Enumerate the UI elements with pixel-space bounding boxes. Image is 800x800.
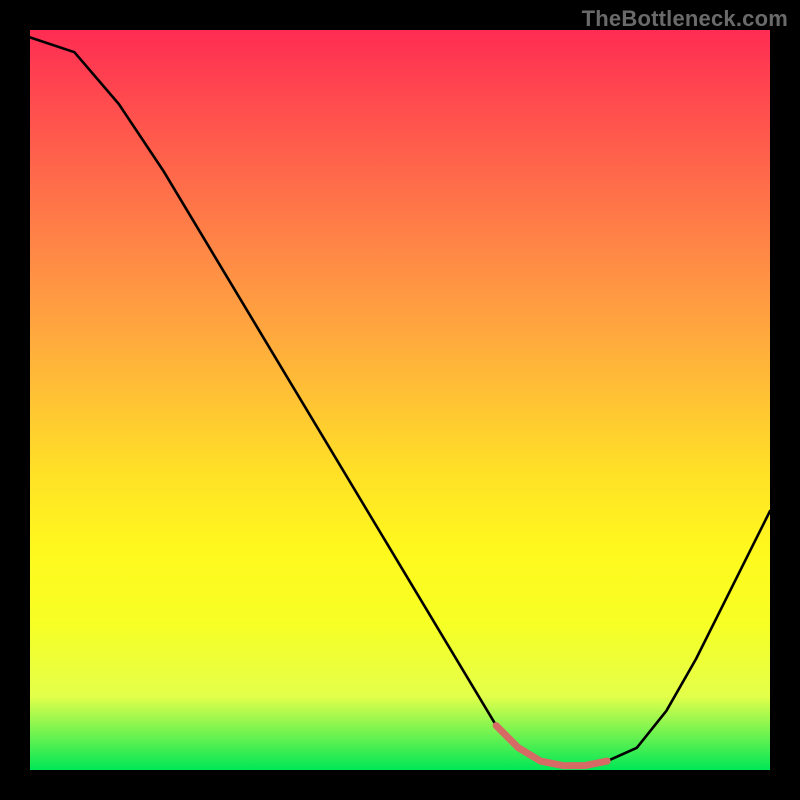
plot-area <box>30 30 770 770</box>
watermark-text: TheBottleneck.com <box>582 6 788 32</box>
chart-frame: TheBottleneck.com <box>0 0 800 800</box>
curve-svg <box>30 30 770 770</box>
bottleneck-curve <box>30 37 770 765</box>
highlight-segment <box>496 726 607 766</box>
